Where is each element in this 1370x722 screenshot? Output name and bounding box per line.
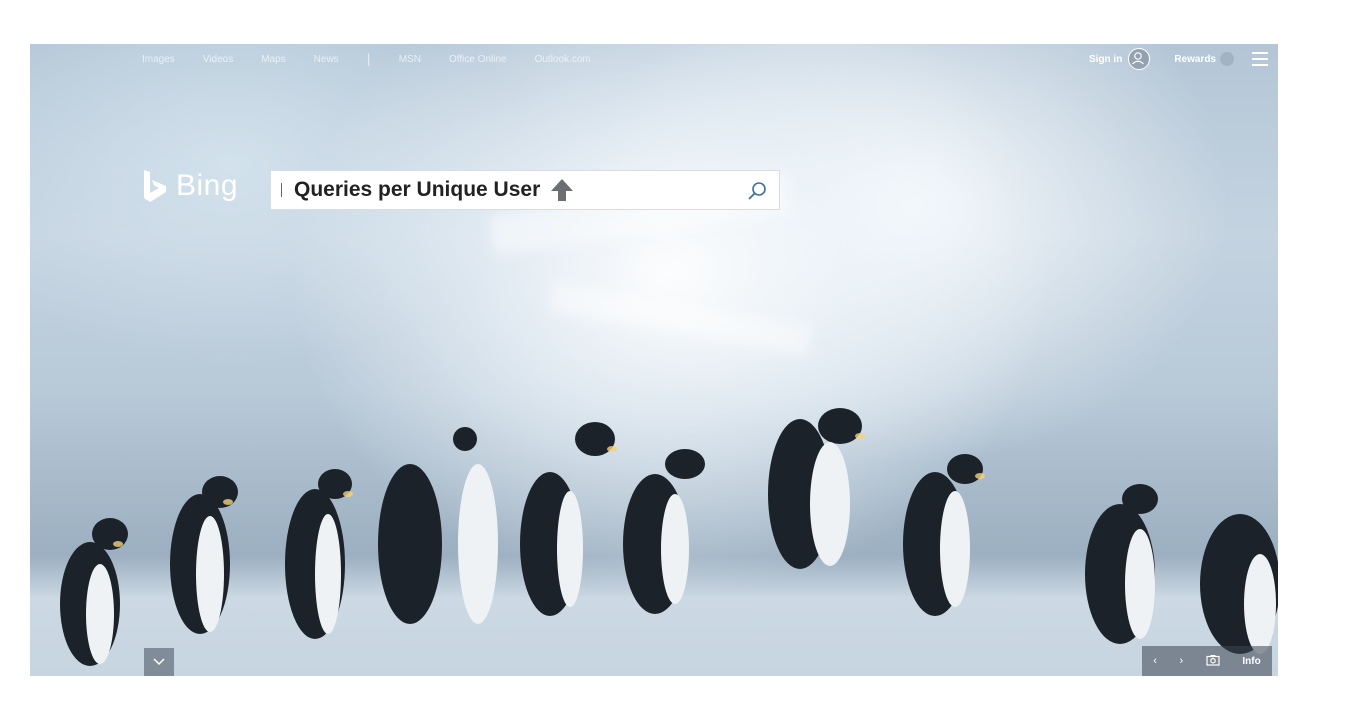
top-nav: Images Videos Maps News | MSN Office Onl…: [142, 48, 619, 70]
penguin-illustration: [60, 408, 1278, 666]
scroll-down-button[interactable]: [144, 648, 174, 676]
chevron-left-icon[interactable]: ‹: [1153, 655, 1157, 667]
rewards-icon[interactable]: [1220, 52, 1234, 66]
rewards-link[interactable]: Rewards: [1174, 54, 1216, 65]
sign-in-link[interactable]: Sign in: [1089, 54, 1122, 65]
nav-link-images[interactable]: Images: [142, 54, 175, 65]
bing-wordmark: Bing: [176, 169, 239, 202]
bing-logo-icon: [144, 170, 166, 202]
user-avatar-icon[interactable]: [1128, 48, 1151, 70]
header-controls: Sign in Rewards: [1089, 46, 1268, 72]
nav-link-office-online[interactable]: Office Online: [449, 54, 507, 65]
hamburger-menu-icon[interactable]: [1252, 52, 1268, 66]
nav-link-videos[interactable]: Videos: [203, 54, 233, 65]
search-query-text: Queries per Unique User: [294, 178, 541, 201]
camera-icon[interactable]: [1206, 654, 1220, 669]
info-button[interactable]: Info: [1242, 656, 1260, 667]
bing-logo[interactable]: Bing: [142, 169, 238, 203]
search-icon[interactable]: [747, 181, 767, 205]
nav-link-outlook[interactable]: Outlook.com: [535, 54, 591, 65]
nav-separator: |: [366, 52, 371, 66]
nav-link-news[interactable]: News: [314, 54, 339, 65]
search-input[interactable]: Queries per Unique User: [270, 170, 780, 210]
background-image: Images Videos Maps News | MSN Office Onl…: [30, 44, 1278, 676]
nav-link-maps[interactable]: Maps: [261, 54, 285, 65]
chevron-down-icon: [153, 658, 165, 666]
image-controls: ‹ › Info: [1142, 646, 1272, 676]
up-arrow-icon: [550, 178, 574, 202]
nav-link-msn[interactable]: MSN: [399, 54, 421, 65]
text-caret: [281, 183, 282, 197]
chevron-right-icon[interactable]: ›: [1180, 655, 1184, 667]
